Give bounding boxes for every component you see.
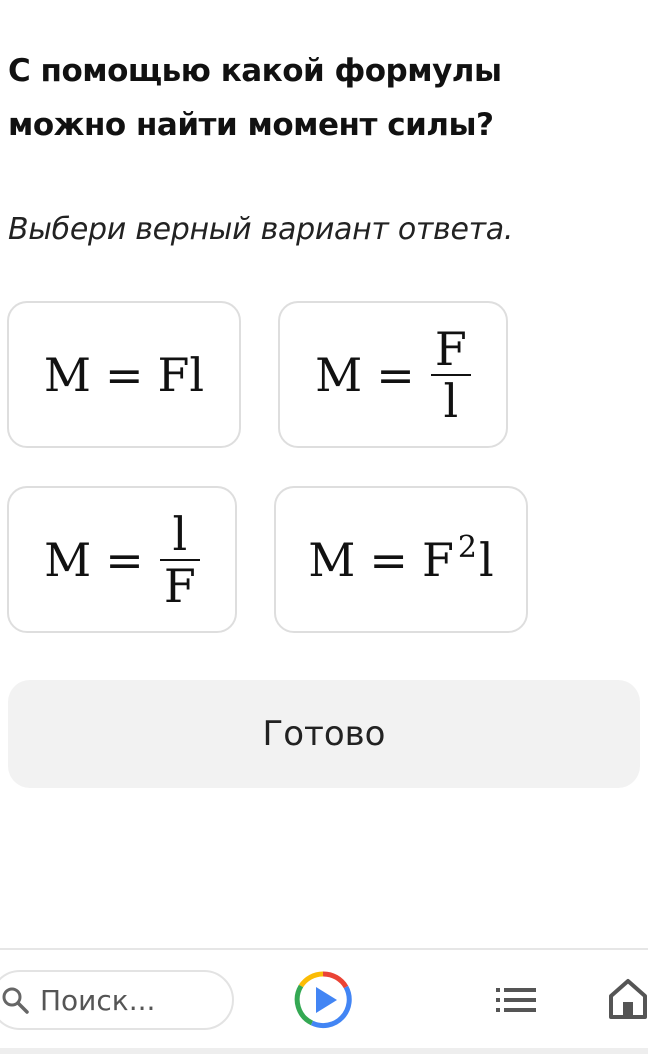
formula-4-lhs: M: [308, 532, 356, 587]
search-icon: [2, 987, 29, 1014]
formula-3-lhs: M: [44, 532, 92, 587]
answer-option-3[interactable]: M = l F: [7, 486, 237, 633]
done-button[interactable]: Готово: [8, 680, 640, 788]
formula-4-base: F: [421, 532, 454, 587]
formula-3-numerator: l: [172, 506, 188, 561]
search-input[interactable]: Поиск...: [0, 970, 234, 1030]
formula-2-eq: =: [376, 347, 415, 402]
formula-4-tail: l: [478, 532, 494, 587]
formula-2-denominator: l: [443, 373, 459, 428]
bottom-navigation-bar: Поиск...: [0, 948, 648, 1054]
formula-1-eq: =: [104, 347, 144, 402]
formula-1: M = Fl: [44, 348, 204, 402]
formula-4: M = F 2 l: [308, 530, 494, 587]
instruction-text: Выбери верный вариант ответа.: [8, 212, 514, 247]
formula-4-exponent: 2: [457, 530, 477, 565]
answer-option-2[interactable]: M = F l: [278, 301, 508, 448]
answer-option-4[interactable]: M = F 2 l: [274, 486, 528, 633]
menu-icon[interactable]: [496, 986, 536, 1014]
home-icon[interactable]: [608, 978, 648, 1020]
answer-option-1[interactable]: M = Fl: [7, 301, 241, 448]
formula-3-fraction: l F: [159, 506, 200, 613]
question-title: С помощью какой формулы можно найти моме…: [8, 53, 502, 143]
search-placeholder: Поиск...: [40, 983, 156, 1017]
formula-2-fraction: F l: [430, 321, 471, 428]
formula-3-eq: =: [105, 532, 144, 587]
formula-2-numerator: F: [434, 321, 467, 376]
formula-2: M = F l: [315, 326, 471, 424]
formula-3-denominator: F: [163, 558, 196, 613]
formula-4-eq: =: [369, 532, 408, 587]
bottom-bar-strip: [0, 1048, 648, 1054]
formula-2-lhs: M: [315, 347, 363, 402]
formula-3: M = l F: [44, 511, 200, 609]
play-icon[interactable]: [293, 970, 353, 1030]
formula-1-rhs: Fl: [157, 347, 205, 402]
formula-1-lhs: M: [43, 347, 91, 402]
